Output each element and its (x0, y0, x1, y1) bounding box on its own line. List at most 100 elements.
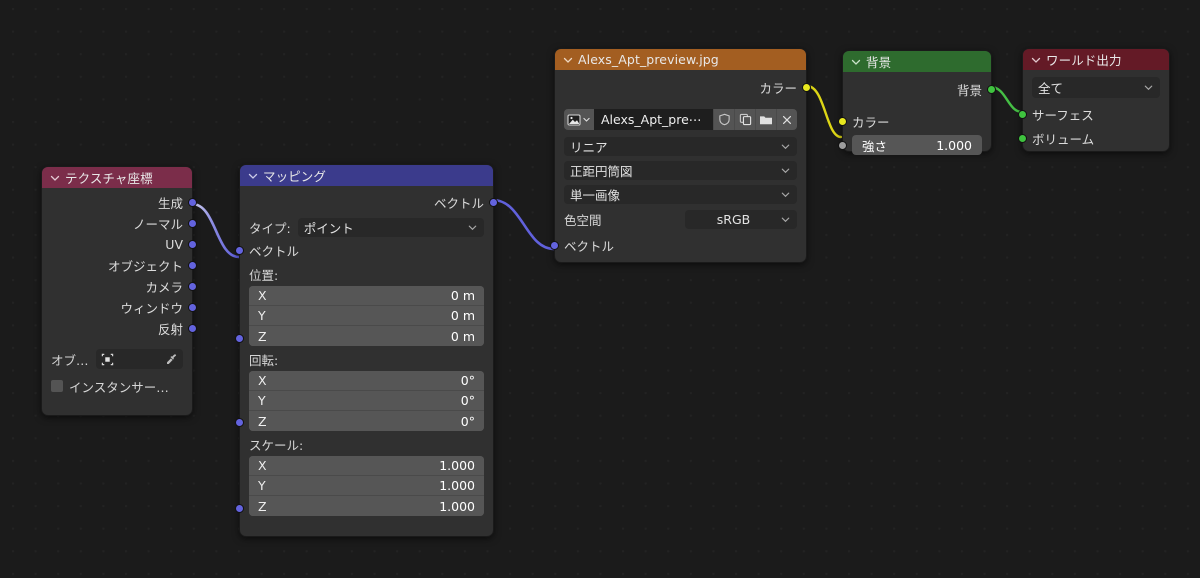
chevron-down-icon[interactable] (1143, 82, 1154, 93)
chevron-down-icon[interactable] (582, 115, 591, 124)
socket-vector-in[interactable] (235, 246, 244, 255)
output-socket-row-uv[interactable]: UV (42, 234, 197, 255)
projection-dropdown[interactable]: 正距円筒図 (564, 161, 797, 180)
output-socket-row-background[interactable]: 背景 (843, 77, 996, 101)
colorspace-row[interactable]: 色空間 sRGB (555, 208, 806, 230)
colorspace-dropdown[interactable]: sRGB (685, 209, 797, 229)
chevron-down-icon[interactable] (49, 172, 61, 184)
target-row[interactable]: 全て (1023, 77, 1169, 98)
type-dropdown[interactable]: ポイント (297, 218, 484, 237)
new-image-button[interactable] (734, 109, 755, 130)
node-image-texture[interactable]: Alexs_Apt_preview.jpg カラー Alexs_Apt_pre⋯… (550, 48, 811, 263)
output-socket-row-camera[interactable]: カメラ (42, 276, 197, 297)
input-socket-row-vector[interactable]: ベクトル (550, 234, 806, 256)
target-dropdown[interactable]: 全て (1032, 77, 1160, 98)
output-socket-row-vector[interactable]: ベクトル (240, 190, 498, 214)
output-socket-row-window[interactable]: ウィンドウ (42, 297, 197, 318)
extension-row[interactable]: 単一画像 (555, 185, 806, 204)
input-socket-row-color[interactable]: カラー (838, 109, 991, 133)
unlink-image-button[interactable] (776, 109, 797, 130)
socket-color-out[interactable] (802, 83, 811, 92)
socket-uv[interactable] (188, 240, 197, 249)
from-instancer-checkbox-row[interactable]: インスタンサー… (42, 376, 192, 396)
type-row[interactable]: タイプ: ポイント (240, 216, 493, 239)
socket-strength-in[interactable] (838, 141, 847, 150)
socket-volume-in[interactable] (1018, 134, 1027, 143)
scale-z-row[interactable]: Z 1.000 (249, 496, 484, 516)
chevron-down-icon[interactable] (850, 56, 862, 68)
interpolation-dropdown[interactable]: リニア (564, 137, 797, 156)
output-socket-row-object[interactable]: オブジェクト (42, 255, 197, 276)
rotation-y-row[interactable]: Y 0° (249, 391, 484, 411)
node-header-background[interactable]: 背景 (843, 51, 991, 72)
node-body-texture-coordinate: 生成 ノーマル UV オブジェクト カメラ ウィンドウ 反射 オブ… インスタン… (42, 188, 197, 396)
rotation-x-row[interactable]: X 0° (249, 371, 484, 391)
scale-x-row[interactable]: X 1.000 (249, 456, 484, 476)
output-socket-row-color[interactable]: カラー (555, 75, 811, 99)
output-socket-row-normal[interactable]: ノーマル (42, 213, 197, 234)
socket-scale-in[interactable] (235, 504, 244, 513)
location-z-row[interactable]: Z 0 m (249, 326, 484, 346)
location-x-row[interactable]: X 0 m (249, 286, 484, 306)
input-socket-row-vector[interactable]: ベクトル (235, 239, 493, 261)
scale-vector-field[interactable]: X 1.000 Y 1.000 Z 1.000 (249, 456, 484, 516)
chevron-down-icon[interactable] (780, 165, 791, 176)
image-name-field[interactable]: Alexs_Apt_pre⋯ (594, 109, 713, 130)
socket-background-out[interactable] (987, 85, 996, 94)
node-world-output[interactable]: ワールド出力 全て サーフェス ボリューム (1018, 48, 1170, 152)
chevron-down-icon[interactable] (780, 141, 791, 152)
output-socket-row-reflection[interactable]: 反射 (42, 318, 197, 339)
eyedropper-icon[interactable] (165, 353, 178, 366)
strength-slider[interactable]: 強さ 1.000 (852, 135, 982, 155)
output-label-vector: ベクトル (433, 195, 484, 211)
node-editor-canvas[interactable]: テクスチャ座標 生成 ノーマル UV オブジェクト カメラ ウィンドウ 反射 オ… (0, 0, 1200, 578)
input-socket-row-surface[interactable]: サーフェス (1018, 102, 1169, 126)
socket-vector-in[interactable] (550, 241, 559, 250)
socket-reflection[interactable] (188, 324, 197, 333)
chevron-down-icon[interactable] (780, 189, 791, 200)
node-texture-coordinate[interactable]: テクスチャ座標 生成 ノーマル UV オブジェクト カメラ ウィンドウ 反射 オ… (41, 166, 197, 416)
socket-window[interactable] (188, 303, 197, 312)
socket-object[interactable] (188, 261, 197, 270)
chevron-down-icon[interactable] (247, 170, 259, 182)
close-icon (782, 115, 792, 124)
location-vector-field[interactable]: X 0 m Y 0 m Z 0 m (249, 286, 484, 346)
output-label-reflection: 反射 (157, 322, 183, 337)
scale-y-row[interactable]: Y 1.000 (249, 476, 484, 496)
object-picker-row[interactable]: オブ… (42, 346, 192, 372)
image-icon (567, 113, 581, 126)
node-mapping[interactable]: マッピング ベクトル タイプ: ポイント ベクトル 位置: X 0 m Y 0 … (235, 164, 498, 537)
image-datablock-browse-button[interactable] (564, 109, 594, 130)
socket-normal[interactable] (188, 219, 197, 228)
location-y-row[interactable]: Y 0 m (249, 306, 484, 326)
node-header-image-texture[interactable]: Alexs_Apt_preview.jpg (555, 49, 806, 70)
projection-row[interactable]: 正距円筒図 (555, 161, 806, 180)
rotation-z-row[interactable]: Z 0° (249, 411, 484, 431)
socket-surface-in[interactable] (1018, 110, 1027, 119)
chevron-down-icon[interactable] (467, 222, 478, 233)
socket-vector-out[interactable] (489, 198, 498, 207)
open-image-button[interactable] (755, 109, 776, 130)
node-background[interactable]: 背景 背景 カラー 強さ 1.000 (838, 50, 996, 155)
socket-location-in[interactable] (235, 334, 244, 343)
checkbox-from-instancer[interactable] (51, 380, 63, 392)
rotation-vector-field[interactable]: X 0° Y 0° Z 0° (249, 371, 484, 431)
node-header-texture-coordinate[interactable]: テクスチャ座標 (42, 167, 192, 188)
image-datablock-row[interactable]: Alexs_Apt_pre⋯ (564, 109, 797, 130)
output-socket-row-generated[interactable]: 生成 (42, 192, 197, 213)
fake-user-button[interactable] (713, 109, 734, 130)
socket-generated[interactable] (188, 198, 197, 207)
interpolation-row[interactable]: リニア (555, 137, 806, 156)
socket-camera[interactable] (188, 282, 197, 291)
node-header-mapping[interactable]: マッピング (240, 165, 493, 186)
chevron-down-icon[interactable] (1030, 54, 1042, 66)
socket-rotation-in[interactable] (235, 418, 244, 427)
socket-color-in[interactable] (838, 117, 847, 126)
object-field[interactable] (95, 349, 183, 369)
strength-row[interactable]: 強さ 1.000 (838, 135, 991, 155)
chevron-down-icon[interactable] (562, 54, 574, 66)
extension-dropdown[interactable]: 単一画像 (564, 185, 797, 204)
chevron-down-icon[interactable] (780, 214, 791, 225)
input-socket-row-volume[interactable]: ボリューム (1018, 126, 1169, 150)
node-header-world-output[interactable]: ワールド出力 (1023, 49, 1169, 70)
